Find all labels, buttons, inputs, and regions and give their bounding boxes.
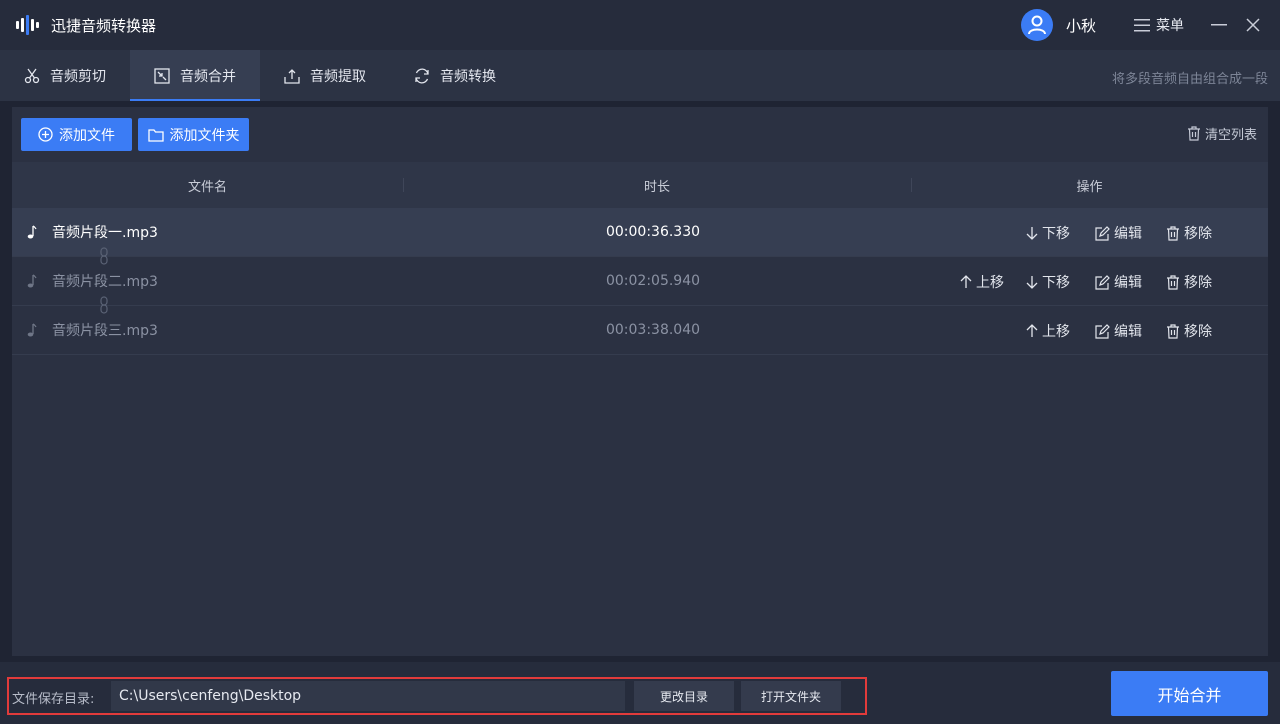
change-directory-button[interactable]: 更改目录 <box>634 681 734 711</box>
refresh-icon <box>415 68 429 83</box>
arrow-up-icon <box>1026 324 1038 337</box>
file-duration: 00:03:38.040 <box>605 322 701 338</box>
bottom-bar: 文件保存目录: 更改目录 打开文件夹 开始合并 <box>0 662 1280 724</box>
tab-audio-extract[interactable]: 音频提取 <box>260 50 390 101</box>
trash-icon <box>1167 225 1179 241</box>
column-header-name: 文件名 <box>187 179 227 195</box>
file-duration: 00:02:05.940 <box>605 273 701 289</box>
save-directory-input[interactable] <box>111 681 625 711</box>
tab-audio-merge[interactable]: 音频合并 <box>130 50 260 101</box>
music-note-icon <box>27 274 37 288</box>
minimize-icon <box>1211 24 1227 26</box>
trash-icon <box>1167 274 1179 290</box>
edit-icon <box>1095 274 1110 290</box>
table-row[interactable]: 音频片段一.mp3 00:00:36.330 下移 编辑 移除 <box>12 208 1268 257</box>
remove-label: 移除 <box>1184 275 1212 291</box>
add-folder-button[interactable]: 添加文件夹 <box>138 118 249 151</box>
scissors-icon <box>24 68 40 83</box>
title-bar: 迅捷音频转换器 小秋 菜单 <box>0 0 1280 50</box>
toolbar: 添加文件 添加文件夹 清空列表 <box>12 107 1268 162</box>
move-up-button[interactable]: 上移 <box>1026 321 1070 341</box>
remove-label: 移除 <box>1184 226 1212 242</box>
edit-label: 编辑 <box>1114 226 1142 242</box>
avatar[interactable] <box>1020 9 1053 41</box>
tab-hint: 将多段音频自由组合成一段 <box>1111 72 1268 87</box>
edit-button[interactable]: 编辑 <box>1095 223 1142 243</box>
tab-label: 音频剪切 <box>50 68 106 85</box>
hamburger-icon <box>1134 18 1150 31</box>
music-note-icon <box>27 225 37 239</box>
plus-circle-icon <box>38 127 53 142</box>
menu-button[interactable]: 菜单 <box>1134 15 1184 35</box>
upload-icon <box>284 68 300 84</box>
clear-list-label: 清空列表 <box>1204 128 1257 143</box>
move-down-button[interactable]: 下移 <box>1026 223 1070 243</box>
close-icon <box>1246 18 1260 32</box>
file-name: 音频片段一.mp3 <box>52 225 158 241</box>
arrow-up-icon <box>960 275 972 288</box>
add-file-label: 添加文件 <box>59 127 115 144</box>
table-row[interactable]: 音频片段二.mp3 00:02:05.940 上移 下移 编辑 移除 <box>12 257 1268 306</box>
edit-icon <box>1095 323 1110 339</box>
folder-icon <box>147 128 164 142</box>
table-row[interactable]: 音频片段三.mp3 00:03:38.040 上移 编辑 移除 <box>12 306 1268 355</box>
start-merge-button[interactable]: 开始合并 <box>1111 671 1268 716</box>
add-file-button[interactable]: 添加文件 <box>21 118 132 151</box>
column-header-duration: 时长 <box>643 179 670 195</box>
save-directory-label: 文件保存目录: <box>12 692 95 707</box>
column-header-actions: 操作 <box>1076 179 1103 195</box>
arrow-down-icon <box>1026 227 1038 240</box>
tab-bar: 音频剪切 音频合并 音频提取 音频转换 将多段音频自由组合成一段 <box>0 50 1280 101</box>
user-icon <box>1027 15 1046 35</box>
table-header: 文件名 时长 操作 <box>12 162 1268 208</box>
move-up-label: 上移 <box>976 275 1004 291</box>
file-name: 音频片段三.mp3 <box>52 323 158 339</box>
tab-label: 音频合并 <box>180 68 236 85</box>
username[interactable]: 小秋 <box>1066 15 1096 36</box>
remove-button[interactable]: 移除 <box>1166 223 1212 243</box>
trash-icon <box>1167 323 1179 339</box>
tab-label: 音频提取 <box>310 68 366 85</box>
tab-audio-convert[interactable]: 音频转换 <box>390 50 520 101</box>
move-up-label: 上移 <box>1042 324 1070 340</box>
arrow-down-icon <box>1026 276 1038 289</box>
tab-label: 音频转换 <box>440 68 496 85</box>
merge-icon <box>154 67 170 84</box>
menu-label: 菜单 <box>1156 18 1184 34</box>
app-title: 迅捷音频转换器 <box>51 16 157 35</box>
close-button[interactable] <box>1236 8 1270 42</box>
move-down-button[interactable]: 下移 <box>1026 272 1070 292</box>
minimize-button[interactable] <box>1202 8 1236 42</box>
save-directory-section: 文件保存目录: 更改目录 打开文件夹 <box>7 677 867 715</box>
move-up-button[interactable]: 上移 <box>960 272 1004 292</box>
app-logo-icon <box>12 10 42 40</box>
add-folder-label: 添加文件夹 <box>169 127 240 144</box>
edit-icon <box>1095 225 1110 241</box>
edit-label: 编辑 <box>1114 275 1142 291</box>
move-down-label: 下移 <box>1042 226 1070 242</box>
music-note-icon <box>27 323 37 337</box>
move-down-label: 下移 <box>1042 275 1070 291</box>
file-duration: 00:00:36.330 <box>605 224 701 240</box>
remove-button[interactable]: 移除 <box>1166 321 1212 341</box>
file-name: 音频片段二.mp3 <box>52 274 158 290</box>
clear-list-button[interactable]: 清空列表 <box>1187 124 1257 143</box>
remove-label: 移除 <box>1184 324 1212 340</box>
open-folder-button[interactable]: 打开文件夹 <box>741 681 841 711</box>
file-list-panel: 添加文件 添加文件夹 清空列表 文件名 时长 操作 音频片段一.mp3 00:0… <box>12 107 1268 656</box>
remove-button[interactable]: 移除 <box>1166 272 1212 292</box>
trash-icon <box>1187 126 1200 141</box>
edit-label: 编辑 <box>1114 324 1142 340</box>
tab-audio-cut[interactable]: 音频剪切 <box>0 50 130 101</box>
edit-button[interactable]: 编辑 <box>1095 321 1142 341</box>
edit-button[interactable]: 编辑 <box>1095 272 1142 292</box>
